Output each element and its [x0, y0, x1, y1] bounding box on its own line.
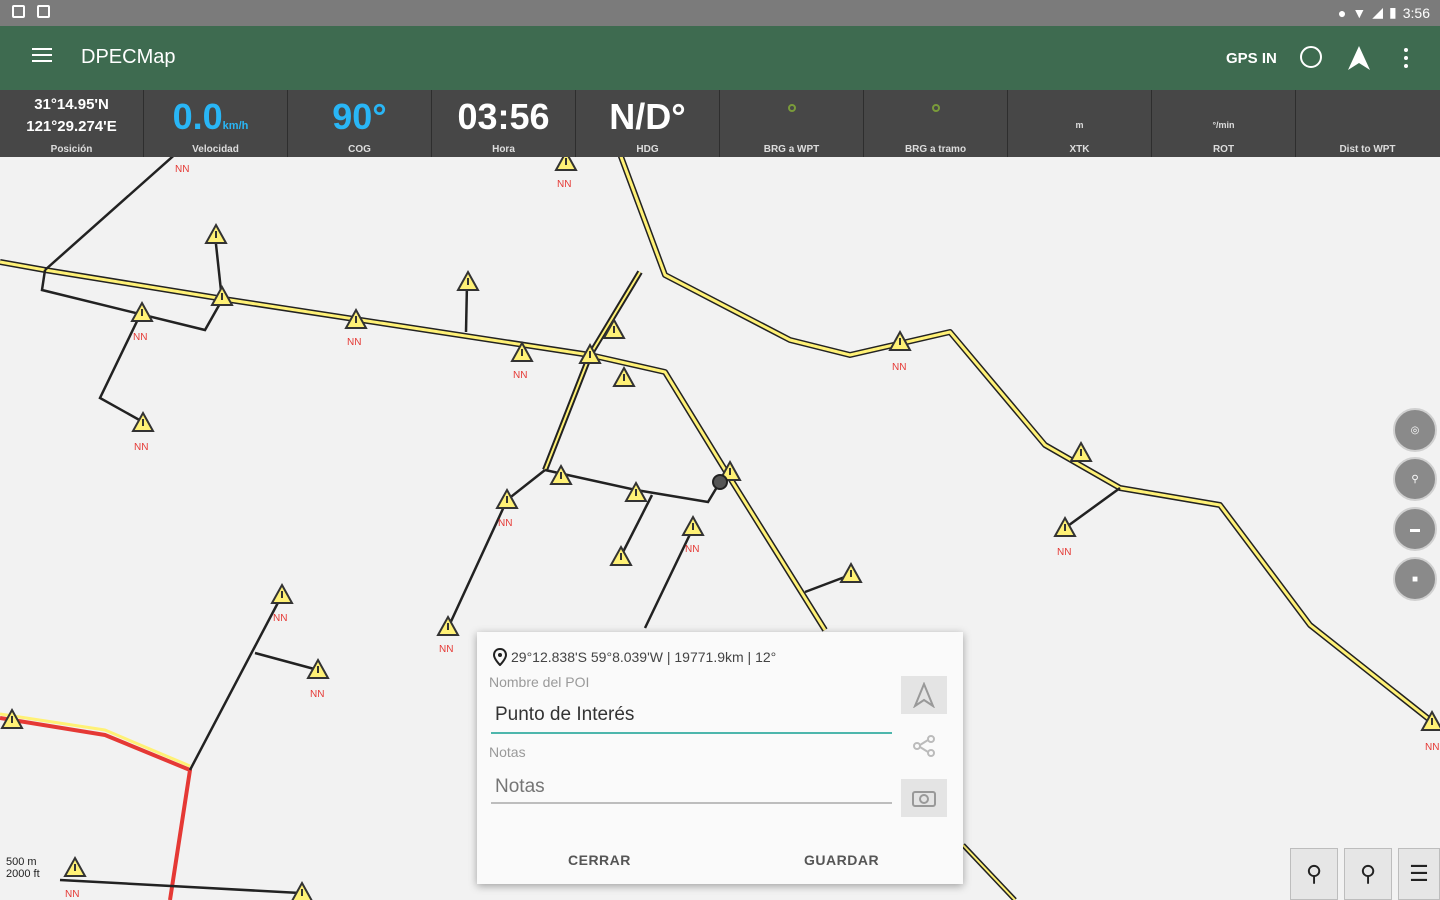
notes-label: Notas	[489, 744, 526, 760]
brg-track-label: BRG a tramo	[904, 144, 967, 155]
navigate-to-button[interactable]	[901, 676, 947, 714]
poi-name-input[interactable]	[491, 704, 899, 726]
camera-button[interactable]	[901, 779, 947, 817]
menu-icon[interactable]	[32, 48, 52, 64]
notes-underline	[491, 802, 892, 804]
svg-text:NN: NN	[273, 613, 287, 624]
notes-input[interactable]	[491, 776, 899, 798]
poi-name-label: Nombre del POI	[489, 674, 590, 690]
position-cell[interactable]: 31°14.95'N 121°29.274'E Posición	[0, 90, 144, 157]
dist-wpt-cell[interactable]: Dist to WPT	[1296, 90, 1439, 157]
app-title: DPECMap	[81, 46, 176, 68]
rot-cell[interactable]: °/min ROT	[1152, 90, 1296, 157]
speed-label: Velocidad	[192, 144, 239, 155]
close-button[interactable]: CERRAR	[568, 852, 631, 868]
longitude-value: 121°29.274'E	[26, 118, 117, 135]
svg-text:NN: NN	[175, 164, 189, 175]
hdg-label: HDG	[636, 144, 659, 155]
rot-label: ROT	[1212, 144, 1235, 155]
svg-text:NN: NN	[439, 644, 453, 655]
bottom-menu-button[interactable]: ☰	[1398, 848, 1440, 900]
poi-pin-icon[interactable]	[712, 474, 728, 490]
battery-icon: ▮	[1389, 4, 1397, 20]
zoom-out-button[interactable]: ⚲	[1344, 848, 1392, 900]
camera-icon	[912, 791, 936, 807]
brg-wpt-cell[interactable]: BRG a WPT	[720, 90, 864, 157]
center-location-button[interactable]: ◎	[1393, 408, 1437, 452]
name-underline	[491, 732, 892, 734]
speed-value: 0.0	[172, 96, 223, 137]
cog-value: 90°	[332, 96, 387, 137]
navigation-arrow-icon[interactable]	[1346, 44, 1372, 72]
app-toolbar: DPECMap GPS IN	[0, 26, 1440, 90]
instrument-panel: 31°14.95'N 121°29.274'E Posición 0.0km/h…	[0, 90, 1440, 157]
brg-wpt-label: BRG a WPT	[763, 144, 820, 155]
xtk-label: XTK	[1069, 144, 1090, 155]
cog-cell[interactable]: 90° COG	[288, 90, 432, 157]
svg-text:NN: NN	[685, 544, 699, 555]
svg-text:NN: NN	[134, 442, 148, 453]
svg-text:NN: NN	[892, 362, 906, 373]
poi-coordinates: 29°12.838'S 59°8.039'W | 19771.9km | 12°	[493, 648, 776, 666]
location-pin-icon	[493, 648, 507, 666]
hdg-value: N/D°	[609, 96, 686, 137]
svg-text:NN: NN	[513, 370, 527, 381]
waypoint-dot-icon	[787, 104, 796, 112]
svg-text:NN: NN	[1057, 547, 1071, 558]
share-button[interactable]	[901, 727, 947, 765]
coordinates-text: 29°12.838'S 59°8.039'W | 19771.9km | 12°	[511, 649, 777, 665]
time-value: 03:56	[457, 96, 550, 137]
position-label: Posición	[50, 144, 93, 155]
svg-text:NN: NN	[557, 179, 571, 190]
svg-text:NN: NN	[133, 332, 147, 343]
add-waypoint-button[interactable]: ⚲	[1393, 457, 1437, 501]
status-time: 3:56	[1402, 4, 1430, 21]
hdg-cell[interactable]: N/D° HDG	[576, 90, 720, 157]
svg-text:NN: NN	[1425, 742, 1439, 753]
time-cell[interactable]: 03:56 Hora	[432, 90, 576, 157]
system-status-bar: ● ▼ ◢ ▮ 3:56	[0, 0, 1440, 26]
save-button[interactable]: GUARDAR	[804, 852, 879, 868]
globe-icon[interactable]	[1300, 46, 1322, 68]
dist-wpt-label: Dist to WPT	[1339, 144, 1396, 155]
poi-dialog: 29°12.838'S 59°8.039'W | 19771.9km | 12°…	[477, 632, 963, 884]
navigation-arrow-icon	[913, 682, 935, 708]
share-icon	[913, 735, 935, 757]
notification-icon	[12, 5, 25, 18]
wifi-icon: ▼	[1352, 4, 1367, 21]
location-icon: ●	[1337, 4, 1347, 21]
scale-metric: 500 m	[6, 856, 37, 868]
scale-imperial: 2000 ft	[6, 868, 40, 880]
gps-in-button[interactable]: GPS IN	[1226, 50, 1277, 67]
brg-track-cell[interactable]: BRG a tramo	[864, 90, 1008, 157]
waypoint-dot-icon	[931, 104, 940, 112]
measure-button[interactable]: ▬	[1393, 507, 1437, 551]
xtk-cell[interactable]: m XTK	[1008, 90, 1152, 157]
svg-text:NN: NN	[310, 689, 324, 700]
rot-unit: °/min	[1212, 120, 1235, 130]
speed-cell[interactable]: 0.0km/h Velocidad	[144, 90, 288, 157]
xtk-unit: m	[1075, 120, 1084, 130]
layers-button[interactable]: ■	[1393, 557, 1437, 601]
svg-text:NN: NN	[498, 518, 512, 529]
map-scale: 500 m 2000 ft	[6, 856, 40, 880]
cog-label: COG	[348, 144, 371, 155]
notification-icon	[37, 5, 50, 18]
more-options-icon[interactable]	[1404, 48, 1410, 72]
zoom-in-button[interactable]: ⚲	[1290, 848, 1338, 900]
speed-unit: km/h	[222, 120, 249, 132]
svg-text:NN: NN	[65, 889, 79, 900]
svg-text:NN: NN	[347, 337, 361, 348]
signal-icon: ◢	[1372, 4, 1384, 20]
time-label: Hora	[492, 144, 515, 155]
latitude-value: 31°14.95'N	[34, 96, 109, 113]
